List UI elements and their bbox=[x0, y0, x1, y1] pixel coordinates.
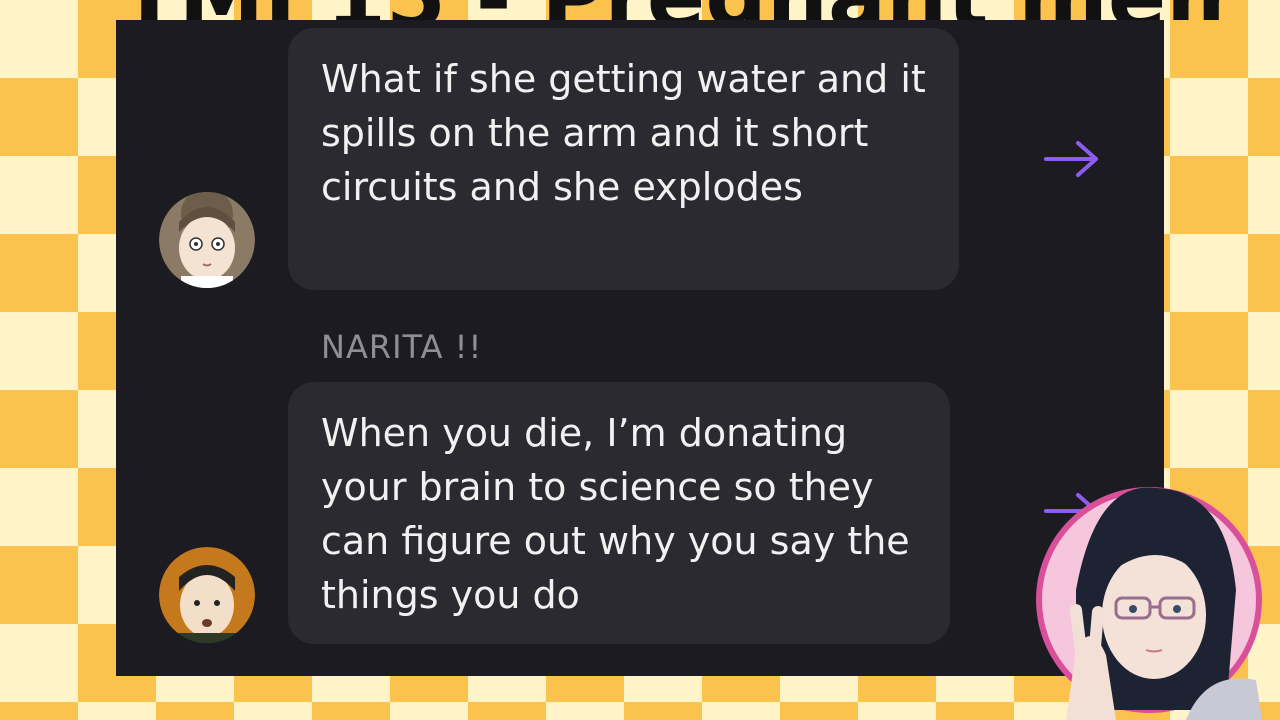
message-text: What if she getting water and it spills … bbox=[321, 57, 926, 209]
arrow-right-icon[interactable] bbox=[1042, 139, 1102, 179]
avatar[interactable] bbox=[159, 192, 255, 288]
banner-title: TMI 15 - Pregnant meme bbox=[120, 0, 1220, 20]
message-bubble[interactable]: When you die, I’m donating your brain to… bbox=[288, 382, 950, 644]
message-bubble[interactable]: What if she getting water and it spills … bbox=[288, 28, 959, 290]
avatar[interactable] bbox=[159, 547, 255, 643]
chat-panel: What if she getting water and it spills … bbox=[116, 20, 1164, 676]
character-sticker-icon bbox=[1036, 487, 1262, 720]
sender-name: NARITA !! bbox=[321, 328, 483, 366]
message-text: When you die, I’m donating your brain to… bbox=[321, 411, 910, 617]
